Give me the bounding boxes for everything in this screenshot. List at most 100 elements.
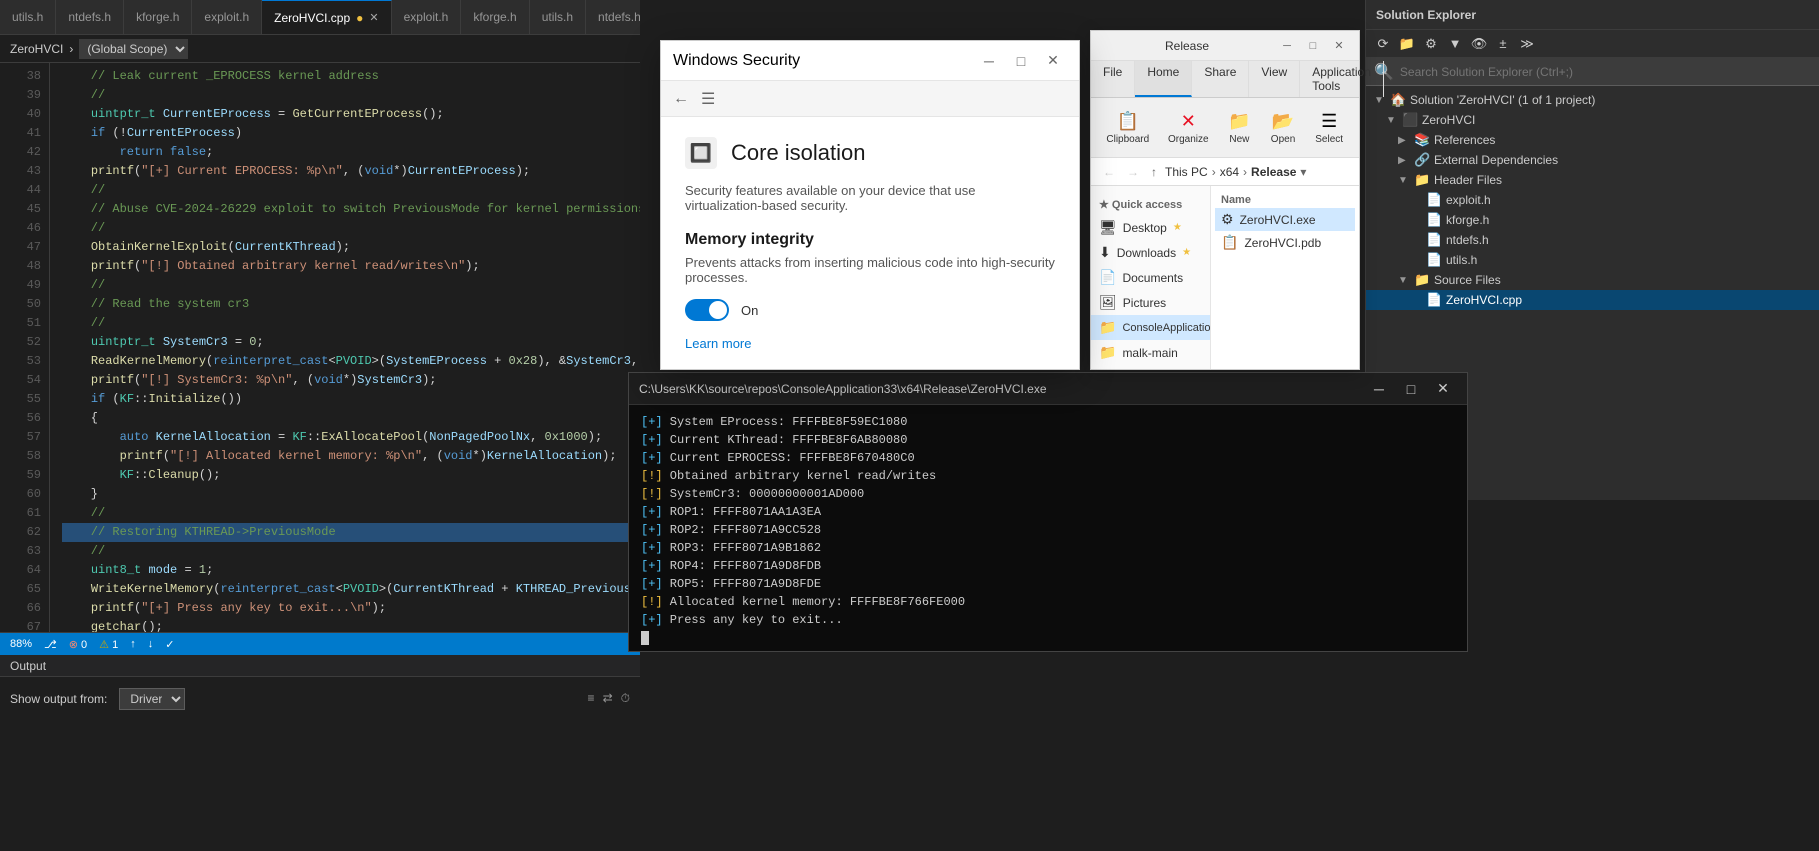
ws-learn-more-link[interactable]: Learn more (685, 336, 751, 351)
se-zerohvcicpp-icon: 📄 (1426, 292, 1442, 308)
fe-tab-home[interactable]: Home (1135, 61, 1192, 97)
fe-sidebar-desktop[interactable]: 🖥 Desktop ★ (1091, 215, 1210, 240)
fe-up-button[interactable]: ↑ (1147, 163, 1161, 181)
tab-kforge-h-2[interactable]: kforge.h (461, 0, 529, 35)
fe-new-button[interactable]: 📁 New (1220, 106, 1259, 150)
scope-select[interactable]: (Global Scope) (79, 39, 188, 59)
ws-back-button[interactable]: ← (673, 90, 689, 108)
fe-sidebar-documents[interactable]: 📄 Documents (1091, 265, 1210, 290)
fe-file-zerohvci-pdb[interactable]: 📋 ZeroHVCI.pdb (1215, 231, 1355, 254)
fe-sidebar-consoleapp[interactable]: 📁 ConsoleApplication33 (1091, 315, 1210, 340)
se-more-button[interactable]: ≫ (1516, 33, 1538, 55)
tab-exploit-h-2[interactable]: exploit.h (392, 0, 462, 35)
file-explorer: Release ─ □ ✕ File Home Share View Appli… (1090, 30, 1360, 370)
se-view-button[interactable]: 👁 (1468, 33, 1490, 55)
tab-kforge-h-1[interactable]: kforge.h (124, 0, 192, 35)
se-kforgeh-label: kforge.h (1446, 213, 1489, 227)
se-src-label: Source Files (1434, 273, 1501, 287)
se-ext-label: External Dependencies (1434, 153, 1558, 167)
fe-minimize-button[interactable]: ─ (1275, 36, 1299, 56)
fe-sidebar-malk[interactable]: 📁 malk-main (1091, 340, 1210, 365)
se-node-exploit-h[interactable]: 📄 exploit.h (1366, 190, 1819, 210)
fe-sidebar-neox[interactable]: 📁 NeoxPrivate (1091, 365, 1210, 369)
ws-header: 🔲 Core isolation (685, 137, 1055, 169)
se-exploith-arrow (1410, 195, 1422, 206)
fe-sidebar-downloads[interactable]: ⬇ Downloads ★ (1091, 240, 1210, 265)
fe-exe-icon: ⚙ (1221, 211, 1234, 228)
fe-downloads-label: Downloads (1117, 246, 1176, 260)
se-search-bar[interactable]: 🔍 (1366, 58, 1819, 86)
tab-ntdefs-h-1[interactable]: ntdefs.h (56, 0, 124, 35)
se-sync-button[interactable]: ⟳ (1372, 33, 1394, 55)
term-minimize-button[interactable]: ─ (1365, 377, 1393, 401)
code-area: 3839404142 4344454647 4849505152 5354555… (0, 63, 640, 632)
fe-tab-file[interactable]: File (1091, 61, 1135, 97)
ws-menu-button[interactable]: ☰ (701, 89, 715, 109)
ws-maximize-button[interactable]: □ (1007, 49, 1035, 73)
tab-ntdefs-h-2[interactable]: ntdefs.h (586, 0, 640, 35)
fe-clipboard-button[interactable]: 📋 Clipboard (1099, 106, 1157, 150)
se-node-solution[interactable]: ▼ 🏠 Solution 'ZeroHVCI' (1 of 1 project) (1366, 90, 1819, 110)
code-content[interactable]: // Leak current _EPROCESS kernel address… (50, 63, 640, 632)
ws-close-button[interactable]: ✕ (1039, 49, 1067, 73)
fe-close-button[interactable]: ✕ (1327, 36, 1351, 56)
tab-label: ZeroHVCI.cpp (274, 11, 350, 25)
fe-tab-view[interactable]: View (1249, 61, 1300, 97)
output-source-select[interactable]: Driver (119, 688, 185, 710)
se-node-kforge-h[interactable]: 📄 kforge.h (1366, 210, 1819, 230)
fe-organize-button[interactable]: ✕ Organize (1161, 106, 1216, 150)
output-icon-1[interactable]: ≡ (588, 691, 595, 706)
term-content[interactable]: [+] System EProcess: FFFFBE8F59EC1080 [+… (629, 405, 1467, 651)
fe-organize-icon: ✕ (1181, 111, 1196, 132)
fe-quick-access-label: ★ Quick access (1099, 198, 1182, 211)
se-exploith-icon: 📄 (1426, 192, 1442, 208)
fe-forward-button[interactable]: → (1123, 163, 1143, 181)
se-node-zerohvci-cpp[interactable]: 📄 ZeroHVCI.cpp (1366, 290, 1819, 310)
fe-desktop-star: ★ (1173, 222, 1182, 233)
se-node-header-files[interactable]: ▼ 📁 Header Files (1366, 170, 1819, 190)
se-node-source-files[interactable]: ▼ 📁 Source Files (1366, 270, 1819, 290)
fe-tab-app-tools[interactable]: Application Tools (1300, 61, 1384, 97)
fe-select-icon: ☰ (1321, 111, 1337, 132)
se-node-utils-h[interactable]: 📄 utils.h (1366, 250, 1819, 270)
fe-back-button[interactable]: ← (1099, 163, 1119, 181)
fe-tab-share[interactable]: Share (1192, 61, 1249, 97)
fe-file-zerohvci-exe[interactable]: ⚙ ZeroHVCI.exe (1215, 208, 1355, 231)
term-titlebar: C:\Users\KK\source\repos\ConsoleApplicat… (629, 373, 1467, 405)
warning-count: ⚠ 1 (99, 638, 118, 651)
fe-ribbon: 📋 Clipboard ✕ Organize 📁 New 📂 Open ☰ Se… (1091, 98, 1359, 158)
term-title: C:\Users\KK\source\repos\ConsoleApplicat… (639, 382, 1365, 396)
se-node-project[interactable]: ▼ ⬛ ZeroHVCI (1366, 110, 1819, 130)
se-node-references[interactable]: ▶ 📚 References (1366, 130, 1819, 150)
output-icon-2[interactable]: ⇄ (603, 691, 613, 706)
se-filter-button[interactable]: ⚙ (1420, 33, 1442, 55)
se-show-all-button[interactable]: 📁 (1396, 33, 1418, 55)
fe-select-button[interactable]: ☰ Select (1307, 106, 1351, 150)
se-solution-icon: 🏠 (1390, 92, 1406, 108)
ws-shield-icon: 🔲 (685, 137, 717, 169)
ws-minimize-button[interactable]: ─ (975, 49, 1003, 73)
fe-maximize-button[interactable]: □ (1301, 36, 1325, 56)
se-git-button[interactable]: ± (1492, 33, 1514, 55)
se-project-icon: ⬛ (1402, 112, 1418, 128)
tab-utils-h-1[interactable]: utils.h (0, 0, 56, 35)
tab-exploit-h-1[interactable]: exploit.h (192, 0, 262, 35)
fe-sidebar-pictures[interactable]: 🖼 Pictures (1091, 290, 1210, 315)
term-close-button[interactable]: ✕ (1429, 377, 1457, 401)
term-line-7: [+] ROP2: FFFF8071A9CC528 (641, 521, 1455, 539)
fe-open-button[interactable]: 📂 Open (1263, 106, 1304, 150)
se-search-input[interactable] (1400, 65, 1811, 79)
tab-zerohvci-cpp-active[interactable]: ZeroHVCI.cpp ● ✕ (262, 0, 392, 35)
fe-desktop-label: Desktop (1123, 221, 1167, 235)
editor-area: utils.h ntdefs.h kforge.h exploit.h Zero… (0, 0, 640, 720)
tab-utils-h-2[interactable]: utils.h (530, 0, 586, 35)
se-node-ntdefs-h[interactable]: 📄 ntdefs.h (1366, 230, 1819, 250)
se-node-ext-deps[interactable]: ▶ 🔗 External Dependencies (1366, 150, 1819, 170)
output-icon-3[interactable]: ⏱ (621, 691, 630, 706)
tab-close-icon[interactable]: ✕ (369, 11, 378, 24)
ws-memory-integrity-toggle[interactable] (685, 299, 729, 321)
fe-documents-label: Documents (1122, 271, 1183, 285)
se-ref-icon: 📚 (1414, 132, 1430, 148)
term-maximize-button[interactable]: □ (1397, 377, 1425, 401)
se-collapse-button[interactable]: ▼ (1444, 33, 1466, 55)
